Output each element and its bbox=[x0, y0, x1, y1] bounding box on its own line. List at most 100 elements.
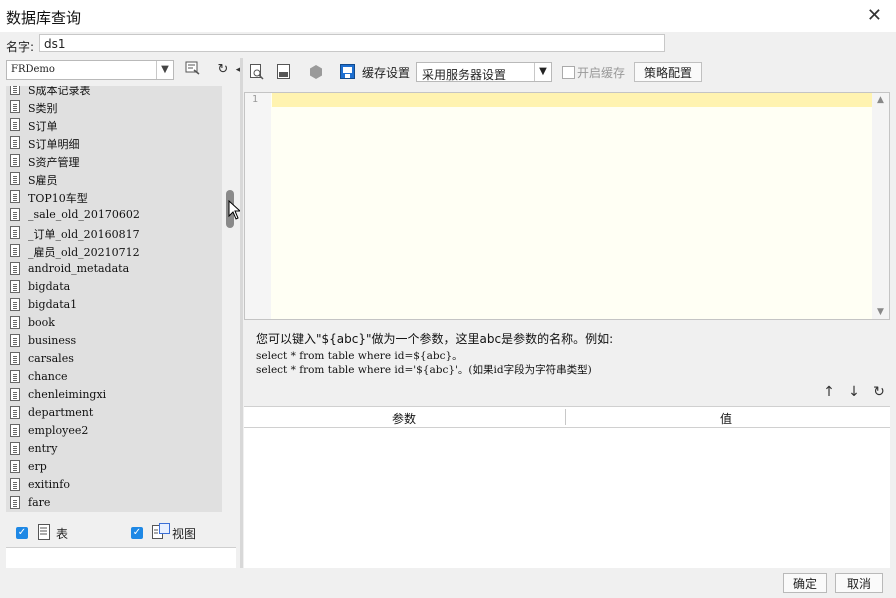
table-icon bbox=[10, 370, 20, 383]
table-icon bbox=[10, 262, 20, 275]
table-icon bbox=[10, 100, 20, 113]
table-icon bbox=[10, 316, 20, 329]
table-icon bbox=[10, 424, 20, 437]
tree-item[interactable]: S类别 bbox=[6, 98, 222, 116]
table-icon bbox=[10, 154, 20, 167]
param-hint-line1: 您可以键入"${abc}"做为一个参数，这里abc是参数的名称。例如: bbox=[256, 332, 614, 346]
preview-table-icon[interactable] bbox=[182, 60, 204, 80]
table-icon bbox=[10, 172, 20, 185]
server-setting-value: 采用服务器设置 bbox=[422, 68, 507, 82]
param-hint-line2: select * from table where id=${abc}。 bbox=[256, 350, 463, 362]
window-title: 数据库查询 bbox=[6, 9, 82, 27]
tree-item[interactable]: _雇员_old_20210712 bbox=[6, 242, 222, 260]
tree-item[interactable]: S订单 bbox=[6, 116, 222, 134]
editor-scrollbar[interactable]: ▲ ▼ bbox=[872, 93, 889, 319]
cancel-button[interactable]: 取消 bbox=[835, 573, 883, 593]
tree-item[interactable]: exitinfo bbox=[6, 476, 222, 494]
value-column-header: 值 bbox=[720, 412, 733, 426]
table-icon bbox=[10, 388, 20, 401]
tree-item[interactable]: chance bbox=[6, 368, 222, 386]
footer-bar bbox=[0, 568, 896, 598]
tree-item[interactable]: TOP10车型 bbox=[6, 188, 222, 206]
tree-item[interactable]: carsales bbox=[6, 350, 222, 368]
tree-item[interactable]: business bbox=[6, 332, 222, 350]
tree-item[interactable]: _订单_old_20160817 bbox=[6, 224, 222, 242]
param-column-header: 参数 bbox=[392, 412, 417, 426]
tree-item[interactable]: book bbox=[6, 314, 222, 332]
preview-icon[interactable] bbox=[250, 64, 264, 84]
table-icon bbox=[10, 86, 20, 95]
database-select[interactable]: FRDemo ▼ bbox=[6, 60, 174, 80]
stop-icon[interactable] bbox=[308, 64, 324, 84]
cache-icon[interactable] bbox=[340, 64, 356, 84]
panel-splitter[interactable] bbox=[240, 58, 243, 568]
policy-config-button[interactable]: 策略配置 bbox=[634, 62, 702, 82]
tree-item[interactable]: S资产管理 bbox=[6, 152, 222, 170]
table-icon bbox=[10, 208, 20, 221]
tree-item[interactable]: bigdata1 bbox=[6, 296, 222, 314]
table-icon bbox=[10, 118, 20, 131]
close-icon[interactable]: ✕ bbox=[867, 5, 882, 26]
table-icon bbox=[10, 244, 20, 257]
current-line-highlight bbox=[272, 93, 872, 107]
table-icon bbox=[10, 334, 20, 347]
param-table-header bbox=[244, 407, 890, 428]
sql-icon[interactable] bbox=[277, 64, 291, 84]
tree-item[interactable]: _sale_old_20170602 bbox=[6, 206, 222, 224]
tree-item[interactable]: S成本记录表 bbox=[6, 86, 222, 98]
param-table[interactable] bbox=[244, 406, 890, 569]
scroll-down-icon[interactable]: ▼ bbox=[872, 307, 889, 317]
tree-item[interactable]: S雇员 bbox=[6, 170, 222, 188]
refresh-icon[interactable]: ↻ bbox=[212, 60, 234, 80]
chevron-down-icon: ▼ bbox=[156, 61, 173, 79]
view-checkbox[interactable]: ✓ bbox=[131, 527, 143, 539]
param-hint-line3: select * from table where id='${abc}'。(如… bbox=[256, 364, 592, 376]
sql-editor[interactable] bbox=[244, 92, 890, 320]
tree-item[interactable]: android_metadata bbox=[6, 260, 222, 278]
server-setting-select[interactable]: 采用服务器设置 ▼ bbox=[416, 62, 552, 82]
database-select-value: FRDemo bbox=[11, 64, 55, 75]
table-icon bbox=[10, 460, 20, 473]
scroll-up-icon[interactable]: ▲ bbox=[872, 95, 889, 105]
name-input[interactable]: ds1 bbox=[39, 34, 665, 52]
tree-scrollbar[interactable] bbox=[224, 86, 236, 512]
table-checkbox[interactable]: ✓ bbox=[16, 527, 28, 539]
tree-item[interactable]: entry bbox=[6, 440, 222, 458]
tree-item[interactable]: S订单明细 bbox=[6, 134, 222, 152]
table-icon bbox=[10, 190, 20, 203]
table-icon bbox=[10, 352, 20, 365]
move-down-icon[interactable]: ↓ bbox=[845, 384, 863, 400]
enable-cache-label: 开启缓存 bbox=[577, 66, 626, 80]
cache-settings-label: 缓存设置 bbox=[362, 66, 411, 80]
title-bar bbox=[0, 0, 896, 32]
chevron-down-icon: ▼ bbox=[534, 63, 551, 81]
table-icon bbox=[10, 478, 20, 491]
table-icon bbox=[10, 496, 20, 509]
tree-item[interactable]: bigdata bbox=[6, 278, 222, 296]
enable-cache-checkbox[interactable] bbox=[562, 66, 575, 79]
line-gutter bbox=[245, 93, 271, 319]
tree-item[interactable]: employee2 bbox=[6, 422, 222, 440]
tree-item[interactable]: department bbox=[6, 404, 222, 422]
table-icon bbox=[10, 298, 20, 311]
tree-item[interactable]: fare bbox=[6, 494, 222, 512]
table-icon bbox=[10, 280, 20, 293]
view-check-label: 视图 bbox=[172, 527, 197, 541]
table-tree[interactable]: S成本记录表 S类别 S订单 S订单明细 S资产管理 S雇员 TOP10车型 _… bbox=[6, 86, 222, 512]
table-check-label: 表 bbox=[56, 527, 69, 541]
move-up-icon[interactable]: ↑ bbox=[820, 384, 838, 400]
tree-item[interactable]: erp bbox=[6, 458, 222, 476]
table-icon bbox=[10, 442, 20, 455]
table-icon bbox=[10, 406, 20, 419]
table-icon bbox=[10, 136, 20, 149]
search-box[interactable] bbox=[6, 547, 236, 568]
view-icon bbox=[152, 523, 170, 544]
table-icon bbox=[10, 226, 20, 239]
refresh-params-icon[interactable]: ↻ bbox=[870, 384, 888, 400]
column-divider bbox=[565, 409, 566, 425]
ok-button[interactable]: 确定 bbox=[783, 573, 827, 593]
table-icon bbox=[38, 524, 50, 543]
line-number: 1 bbox=[252, 94, 259, 105]
name-label: 名字: bbox=[6, 40, 35, 54]
tree-item[interactable]: chenleimingxi bbox=[6, 386, 222, 404]
